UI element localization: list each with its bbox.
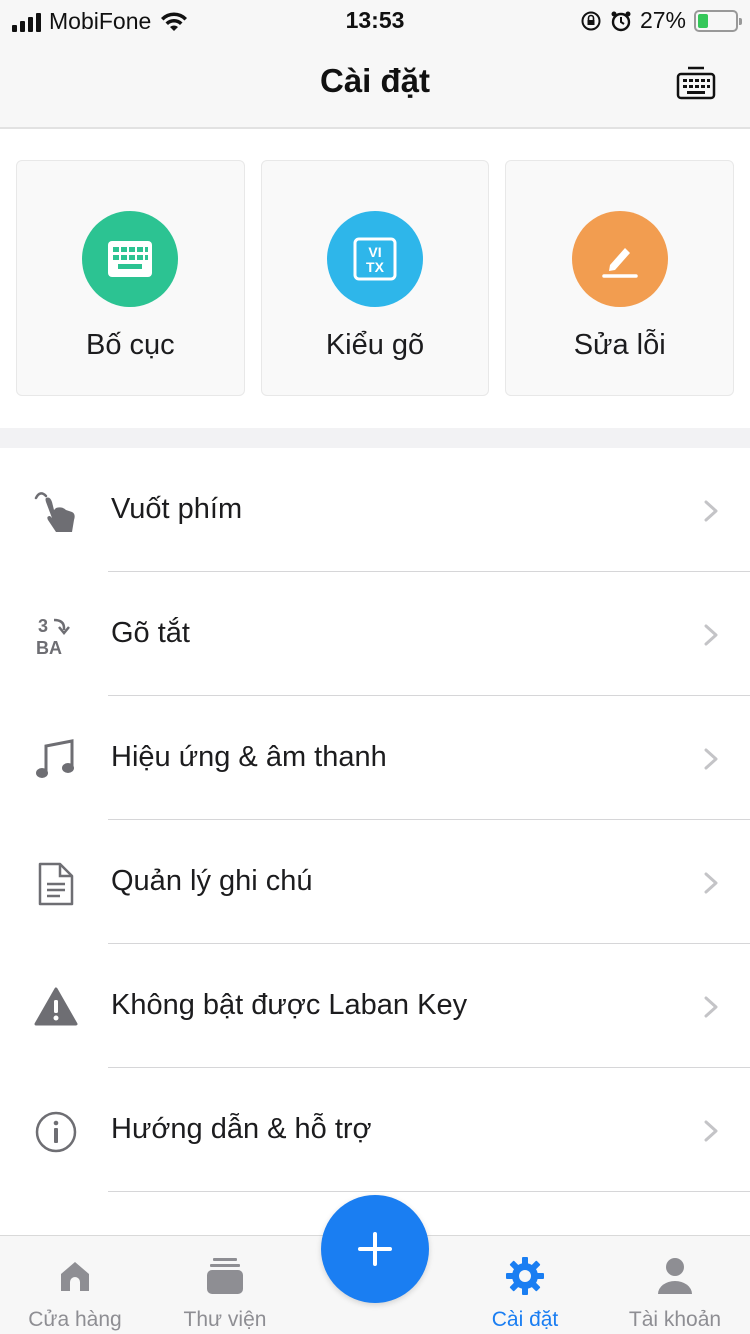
list-item-notes[interactable]: Quản lý ghi chú bbox=[0, 820, 750, 944]
shortcut-icon: 3 BA bbox=[32, 612, 80, 660]
add-button[interactable] bbox=[321, 1195, 429, 1303]
alarm-icon bbox=[611, 11, 631, 31]
page-title: Cài đặt bbox=[319, 62, 431, 99]
chevron-right-icon bbox=[704, 872, 718, 894]
chevron-right-icon bbox=[704, 748, 718, 770]
chevron-right-icon bbox=[704, 996, 718, 1018]
gear-icon bbox=[505, 1256, 545, 1296]
nav-header: Cài đặt bbox=[0, 40, 750, 129]
chevron-right-icon bbox=[704, 1120, 718, 1142]
list-item-label: Gõ tắt bbox=[111, 617, 190, 649]
tab-library[interactable]: Thư viện bbox=[150, 1236, 300, 1334]
shortcut-icon-top-text: 3 bbox=[38, 616, 48, 636]
list-item-help-support[interactable]: Hướng dẫn & hỗ trợ bbox=[0, 1068, 750, 1192]
tab-settings[interactable]: Cài đặt bbox=[450, 1236, 600, 1334]
list-item-swipe-keys[interactable]: Vuốt phím bbox=[0, 448, 750, 572]
tile-layout-label: Bố cục bbox=[86, 329, 175, 361]
battery-icon bbox=[694, 9, 742, 32]
tile-input-method[interactable]: VI TX Kiểu gõ bbox=[260, 160, 490, 396]
keyboard-icon bbox=[676, 66, 716, 100]
vitx-icon-top-text: VI bbox=[368, 244, 381, 260]
tab-account-label: Tài khoản bbox=[628, 1308, 722, 1331]
list-item-label: Hiệu ứng & âm thanh bbox=[111, 741, 387, 773]
account-icon bbox=[655, 1256, 695, 1296]
warning-icon bbox=[32, 984, 80, 1032]
battery-percent: 27% bbox=[639, 7, 686, 33]
quick-tiles: Bố cục VI TX Kiểu gõ Sửa lỗi bbox=[16, 160, 735, 396]
tile-autocorrect-circle bbox=[571, 211, 668, 307]
settings-list: Vuốt phím 3 BA Gõ tắt Hiệu ứng & âm than… bbox=[0, 448, 750, 1192]
tab-library-label: Thư viện bbox=[183, 1308, 267, 1331]
tile-layout[interactable]: Bố cục bbox=[16, 160, 245, 396]
tile-input-method-label: Kiểu gõ bbox=[325, 329, 425, 361]
tab-settings-label: Cài đặt bbox=[491, 1308, 559, 1331]
swipe-hand-icon bbox=[32, 488, 80, 536]
tile-input-method-circle: VI TX bbox=[327, 211, 423, 307]
library-icon bbox=[205, 1256, 245, 1296]
store-icon bbox=[55, 1256, 95, 1296]
status-right: 27% bbox=[580, 7, 742, 34]
pencil-icon bbox=[601, 248, 638, 278]
section-divider bbox=[0, 428, 750, 448]
tab-account[interactable]: Tài khoản bbox=[600, 1236, 750, 1334]
plus-icon bbox=[358, 1232, 392, 1266]
list-item-cannot-enable[interactable]: Không bật được Laban Key bbox=[0, 944, 750, 1068]
tab-store[interactable]: Cửa hàng bbox=[0, 1236, 150, 1334]
tile-autocorrect-label: Sửa lỗi bbox=[573, 329, 666, 361]
list-item-shortcuts[interactable]: 3 BA Gõ tắt bbox=[0, 572, 750, 696]
keyboard-icon bbox=[108, 241, 153, 277]
chevron-right-icon bbox=[704, 500, 718, 522]
chevron-right-icon bbox=[704, 624, 718, 646]
tab-store-label: Cửa hàng bbox=[28, 1308, 122, 1331]
music-note-icon bbox=[32, 736, 80, 784]
list-item-label: Vuốt phím bbox=[111, 493, 243, 525]
tile-autocorrect[interactable]: Sửa lỗi bbox=[505, 160, 735, 396]
status-bar: MobiFone 13:53 27% bbox=[0, 0, 750, 40]
divider bbox=[108, 1191, 750, 1192]
battery-fill bbox=[698, 13, 708, 28]
list-item-effects-sound[interactable]: Hiệu ứng & âm thanh bbox=[0, 696, 750, 820]
list-item-label: Quản lý ghi chú bbox=[111, 865, 313, 897]
note-document-icon bbox=[32, 860, 80, 908]
vitx-icon: VI TX bbox=[353, 237, 397, 281]
keyboard-button[interactable] bbox=[676, 66, 716, 102]
list-item-label: Không bật được Laban Key bbox=[111, 989, 468, 1021]
info-icon bbox=[32, 1108, 80, 1156]
tile-layout-circle bbox=[82, 211, 179, 307]
rotation-lock-icon bbox=[581, 11, 601, 30]
shortcut-icon-bottom-text: BA bbox=[36, 638, 62, 658]
list-item-label: Hướng dẫn & hỗ trợ bbox=[111, 1113, 372, 1145]
vitx-icon-bottom-text: TX bbox=[366, 259, 385, 275]
